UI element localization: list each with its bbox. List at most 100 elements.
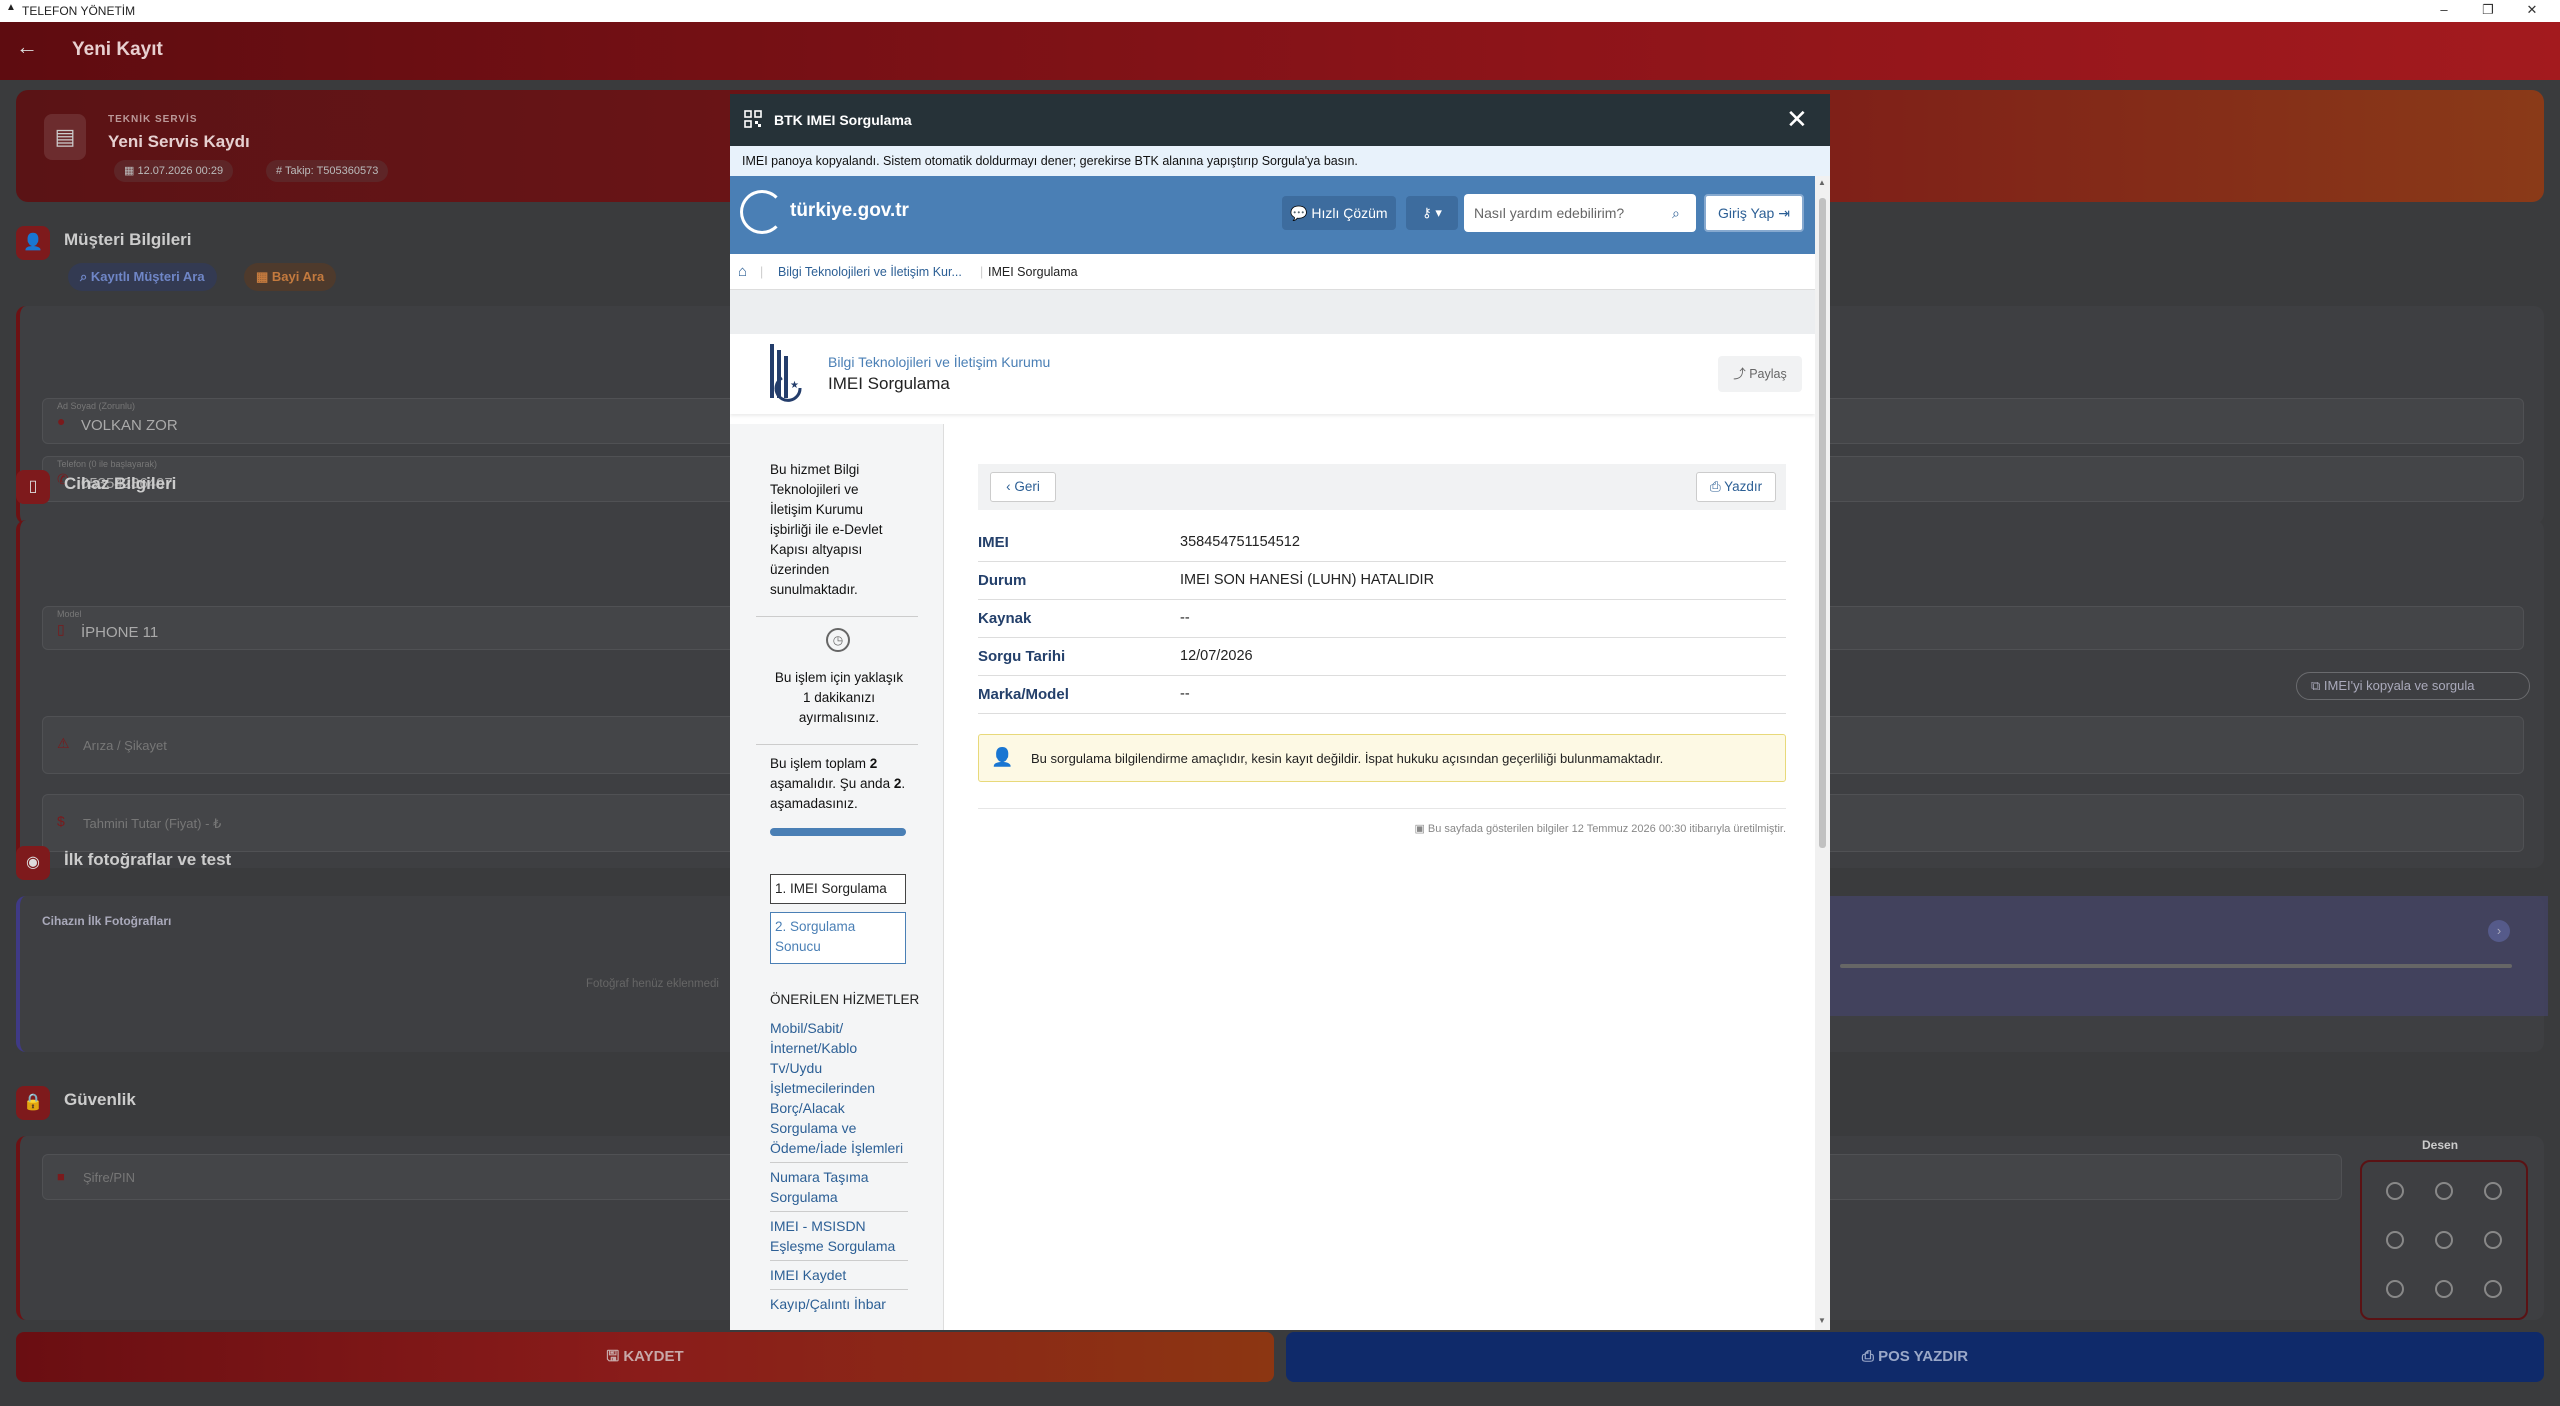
person-icon: ● <box>57 413 66 429</box>
result-row-imei: IMEI 358454751154512 <box>978 524 1786 562</box>
device-section-title: Cihaz Bilgileri <box>64 474 177 493</box>
result-row-brand: Marka/Model -- <box>978 676 1786 714</box>
intro-line: İletişim Kurumu <box>770 502 864 517</box>
notice-box: 👤 Bu sorgulama bilgilendirme amaçlıdır, … <box>978 734 1786 782</box>
scroll-thumb[interactable] <box>1819 198 1826 848</box>
step-2[interactable]: 2. Sorgulama Sonucu <box>770 912 906 964</box>
result-value: 12/07/2026 <box>1180 648 1253 664</box>
phone-label: Telefon (0 ile başlayarak) <box>57 459 158 469</box>
person-icon: 👤 <box>16 226 50 260</box>
photos-subtitle: Cihazın İlk Fotoğrafları <box>42 914 172 928</box>
pattern-dot[interactable] <box>2386 1182 2404 1200</box>
pattern-grid[interactable] <box>2360 1160 2528 1320</box>
pattern-dot[interactable] <box>2386 1231 2404 1249</box>
org-name: Bilgi Teknolojileri ve İletişim Kurumu <box>828 354 1051 370</box>
close-icon[interactable]: ✕ <box>1786 104 1808 135</box>
page-band <box>730 290 1815 334</box>
time-text: Bu işlem için yaklaşık 1 dakikanızı ayır… <box>754 668 924 728</box>
back-label: Geri <box>1014 479 1040 494</box>
page-title: Yeni Kayıt <box>72 39 163 60</box>
quick-solution-button[interactable]: 💬 Hızlı Çözüm <box>1282 196 1396 230</box>
pos-print-button[interactable]: ⎙ POS YAZDIR <box>1286 1332 2544 1382</box>
gov-logo-mark <box>740 190 784 234</box>
home-icon[interactable]: ⌂ <box>738 254 747 290</box>
price-placeholder: Tahmini Tutar (Fiyat) - ₺ <box>83 816 222 831</box>
customer-section-title: Müşteri Bilgileri <box>64 230 192 249</box>
service-title: IMEI Sorgulama <box>828 374 950 393</box>
gov-header: türkiye.gov.tr 💬 Hızlı Çözüm ⚷ ▾ Nasıl y… <box>730 176 1815 254</box>
info-icon: ▣ <box>1414 823 1428 835</box>
photo-scrollbar[interactable] <box>1840 964 2512 968</box>
print-button[interactable]: ⎙ Yazdır <box>1696 472 1776 502</box>
pattern-dot[interactable] <box>2435 1280 2453 1298</box>
pattern-dot[interactable] <box>2435 1231 2453 1249</box>
printer-icon: ⎙ <box>1861 1348 1879 1365</box>
result-key: Marka/Model <box>978 686 1069 703</box>
pattern-label: Desen <box>2422 1138 2459 1152</box>
suggested-link[interactable]: Kayıp/Çalıntı İhbar <box>770 1290 908 1318</box>
gov-logo[interactable]: türkiye.gov.tr <box>790 200 909 222</box>
suggested-link[interactable]: IMEI - MSISDN Eşleşme Sorgulama <box>770 1212 908 1261</box>
window-titlebar: ▲ TELEFON YÖNETİM – ❐ ✕ <box>0 0 2560 22</box>
scroll-down-icon[interactable]: ▼ <box>1818 1316 1826 1325</box>
clipboard-info: IMEI panoya kopyalandı. Sistem otomatik … <box>730 146 1830 176</box>
pattern-dot[interactable] <box>2386 1280 2404 1298</box>
lock-icon: 🔒 <box>16 1086 50 1120</box>
sign-in-icon: ⇥ <box>1778 205 1790 221</box>
tools-dropdown[interactable]: ⚷ ▾ <box>1406 196 1458 230</box>
service-sidebar: Bu hizmet Bilgi Teknolojileri ve İletişi… <box>730 424 944 1330</box>
breadcrumb-org[interactable]: Bilgi Teknolojileri ve İletişim Kur... <box>778 254 962 290</box>
imei-copy-button[interactable]: ⧉ IMEI'yi kopyala ve sorgula <box>2296 672 2530 700</box>
divider <box>978 808 1786 809</box>
pattern-dot[interactable] <box>2435 1182 2453 1200</box>
close-window-icon[interactable]: ✕ <box>2512 0 2552 22</box>
notice-text: Bu sorgulama bilgilendirme amaçlıdır, ke… <box>1031 751 1664 766</box>
minimize-icon[interactable]: – <box>2424 0 2464 22</box>
pattern-dot[interactable] <box>2484 1231 2502 1249</box>
steps-text-b: aşamalıdır. Şu anda <box>770 776 894 791</box>
photos-empty: Fotoğraf henüz eklenmedi <box>586 978 719 990</box>
qr-code-icon <box>744 110 762 128</box>
restore-icon[interactable]: ❐ <box>2468 0 2508 22</box>
search-icon: ⌕ <box>80 269 91 284</box>
app-icon: ▲ <box>6 2 16 13</box>
intro-line: işbirliği ile e-Devlet <box>770 522 883 537</box>
suggested-list: Mobil/Sabit/İnternet/Kablo Tv/Uydu İşlet… <box>770 1018 908 1318</box>
external-link-icon: ⧉ <box>2311 678 2324 693</box>
steps-text: Bu işlem toplam 2 aşamalıdır. Şu anda 2.… <box>770 754 920 814</box>
key-icon: ⚷ <box>1422 205 1432 220</box>
pattern-dot[interactable] <box>2484 1280 2502 1298</box>
login-button[interactable]: Giriş Yap ⇥ <box>1704 194 1804 232</box>
suggested-link[interactable]: IMEI Kaydet <box>770 1261 908 1290</box>
date-chip: ▦ 12.07.2026 00:29 <box>114 160 234 182</box>
search-customer-button[interactable]: ⌕ Kayıtlı Müşteri Ara <box>68 263 217 291</box>
result-key: Durum <box>978 572 1027 589</box>
step-1[interactable]: 1. IMEI Sorgulama <box>770 874 906 904</box>
security-section-title: Güvenlik <box>64 1090 136 1109</box>
share-button[interactable]: ⤴ Paylaş <box>1718 356 1802 392</box>
pattern-dot[interactable] <box>2484 1182 2502 1200</box>
intro-line: Kapısı altyapısı <box>770 542 863 557</box>
lock-icon: ■ <box>57 1169 65 1184</box>
caret-down-icon: ▾ <box>1435 205 1442 220</box>
phone-device-icon: ▯ <box>16 470 50 504</box>
progress-fill <box>770 828 906 836</box>
dealer-search-button[interactable]: ▦ Bayi Ara <box>244 263 337 291</box>
dealer-search-label: Bayi Ara <box>271 269 325 284</box>
chevron-right-icon[interactable]: › <box>2488 920 2510 942</box>
gov-search-input[interactable]: Nasıl yardım edebilirim? ⌕ <box>1464 194 1696 232</box>
back-arrow-icon[interactable]: ← <box>16 34 38 60</box>
app-header: ← Yeni Kayıt <box>0 22 2560 80</box>
scroll-up-icon[interactable]: ▲ <box>1818 178 1826 187</box>
suggested-link[interactable]: Numara Taşıma Sorgulama <box>770 1163 908 1212</box>
quick-solution-label: Hızlı Çözüm <box>1311 205 1388 221</box>
save-button[interactable]: 🖫 KAYDET <box>16 1332 1274 1382</box>
search-customer-label: Kayıtlı Müşteri Ara <box>90 269 205 284</box>
btk-logo: ★ <box>770 344 802 402</box>
search-icon[interactable]: ⌕ <box>1672 194 1680 232</box>
suggested-link[interactable]: Mobil/Sabit/İnternet/Kablo Tv/Uydu İşlet… <box>770 1018 908 1163</box>
back-button[interactable]: ‹ Geri <box>990 472 1056 502</box>
time-line: ayırmalısınız. <box>798 710 880 725</box>
modal-scrollbar[interactable]: ▲ ▼ <box>1815 176 1830 1330</box>
clock-icon: ◷ <box>826 628 850 652</box>
